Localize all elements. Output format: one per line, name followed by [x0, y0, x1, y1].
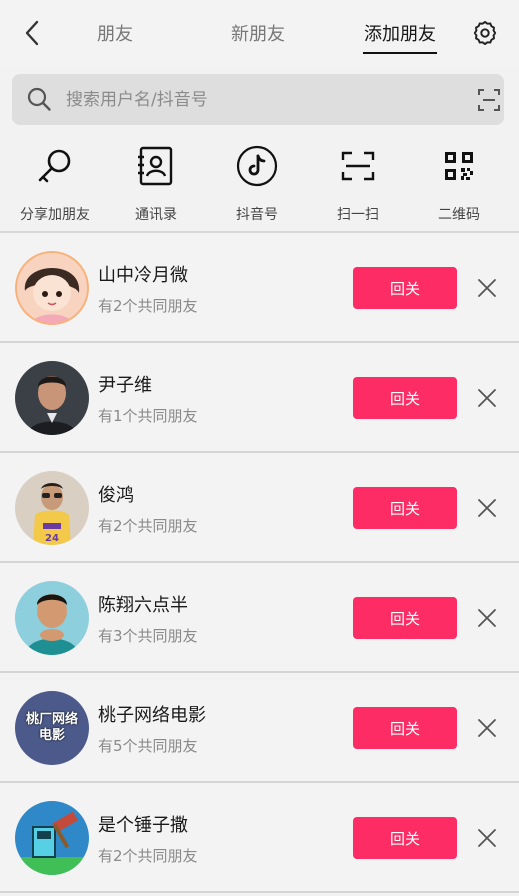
quick-action-label: 通讯录 [135, 207, 177, 223]
mutual-friends-text: 有1个共同朋友 [98, 407, 198, 425]
tab-add-friends[interactable]: 添加朋友 [360, 18, 440, 48]
follow-back-button[interactable]: 回关 [353, 707, 457, 749]
list-item: 24 俊鸿 有2个共同朋友 回关 [0, 453, 519, 563]
quick-action-label: 分享加朋友 [20, 207, 90, 223]
qrcode-button[interactable]: 二维码 [407, 138, 511, 224]
quick-action-label: 二维码 [438, 207, 480, 223]
scan-icon [336, 144, 380, 188]
top-bar: 朋友 新朋友 添加朋友 [0, 0, 519, 66]
contacts-button[interactable]: 通讯录 [104, 138, 208, 224]
tab-friends[interactable]: 朋友 [80, 18, 150, 48]
list-item: 尹子维 有1个共同朋友 回关 [0, 343, 519, 453]
active-tab-indicator [363, 52, 437, 54]
user-name: 陈翔六点半 [98, 595, 188, 616]
user-name: 俊鸿 [98, 485, 134, 506]
tiktok-icon [235, 144, 279, 188]
follow-back-button[interactable]: 回关 [353, 487, 457, 529]
follow-back-button[interactable]: 回关 [353, 817, 457, 859]
close-icon[interactable] [474, 495, 500, 521]
follow-back-button[interactable]: 回关 [353, 377, 457, 419]
friend-suggestion-list: 山中冷月微 有2个共同朋友 回关 尹子维 有1个共同朋友 回关 24 俊鸿 有2… [0, 233, 519, 893]
gear-icon[interactable] [470, 18, 500, 48]
user-name: 桃子网络电影 [98, 705, 206, 726]
share-key-icon [33, 144, 77, 188]
mutual-friends-text: 有5个共同朋友 [98, 737, 198, 755]
close-icon[interactable] [474, 275, 500, 301]
avatar[interactable] [15, 581, 89, 655]
avatar[interactable] [15, 251, 89, 325]
share-add-friend-button[interactable]: 分享加朋友 [3, 138, 107, 224]
list-item: 山中冷月微 有2个共同朋友 回关 [0, 233, 519, 343]
user-name: 山中冷月微 [98, 265, 188, 286]
user-name: 是个锤子撒 [98, 815, 188, 836]
avatar[interactable]: 桃厂网络电影 [15, 691, 89, 765]
search-input[interactable] [66, 82, 446, 117]
mutual-friends-text: 有3个共同朋友 [98, 627, 198, 645]
contacts-icon [134, 144, 178, 188]
follow-back-button[interactable]: 回关 [353, 267, 457, 309]
douyin-id-button[interactable]: 抖音号 [205, 138, 309, 224]
chevron-left-icon[interactable] [18, 18, 46, 48]
mutual-friends-text: 有2个共同朋友 [98, 297, 198, 315]
quick-action-label: 扫一扫 [337, 207, 379, 223]
scan-icon[interactable] [476, 87, 502, 113]
user-name: 尹子维 [98, 375, 152, 396]
list-item: 陈翔六点半 有3个共同朋友 回关 [0, 563, 519, 673]
avatar[interactable] [15, 801, 89, 875]
mutual-friends-text: 有2个共同朋友 [98, 847, 198, 865]
qrcode-icon [437, 144, 481, 188]
mutual-friends-text: 有2个共同朋友 [98, 517, 198, 535]
quick-action-label: 抖音号 [236, 207, 278, 223]
close-icon[interactable] [474, 605, 500, 631]
close-icon[interactable] [474, 715, 500, 741]
follow-back-button[interactable]: 回关 [353, 597, 457, 639]
search-bar [12, 74, 504, 125]
search-icon [26, 86, 52, 112]
scan-button[interactable]: 扫一扫 [306, 138, 410, 224]
avatar[interactable] [15, 361, 89, 435]
list-item: 桃厂网络电影 桃子网络电影 有5个共同朋友 回关 [0, 673, 519, 783]
avatar[interactable]: 24 [15, 471, 89, 545]
svg-text:24: 24 [45, 533, 59, 544]
avatar-logo-text: 桃厂网络电影 [25, 712, 78, 743]
list-item: 是个锤子撒 有2个共同朋友 回关 [0, 783, 519, 893]
tab-new-friends[interactable]: 新朋友 [218, 18, 298, 48]
quick-actions: 分享加朋友 通讯录 抖音号 扫一扫 二维码 [0, 138, 519, 228]
close-icon[interactable] [474, 825, 500, 851]
close-icon[interactable] [474, 385, 500, 411]
